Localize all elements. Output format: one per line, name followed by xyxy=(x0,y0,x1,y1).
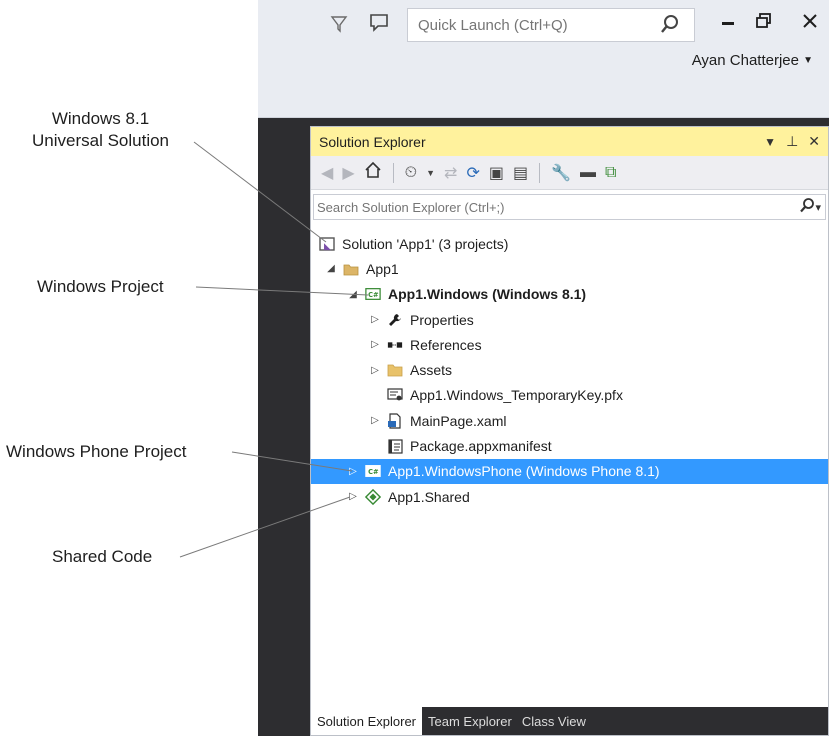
ide-window: Ayan Chatterjee ▼ Solution Explorer ▼ ⊥ … xyxy=(258,0,829,736)
home-icon[interactable] xyxy=(364,161,382,184)
show-all-files-icon[interactable]: ▤ xyxy=(513,163,528,183)
tab-class-view[interactable]: Class View xyxy=(518,707,590,735)
solution-icon: ◣ xyxy=(319,236,335,252)
user-name[interactable]: Ayan Chatterjee xyxy=(692,52,799,69)
tree-label: MainPage.xaml xyxy=(410,412,507,429)
panel-close-icon[interactable]: ✕ xyxy=(808,133,820,150)
search-icon[interactable] xyxy=(799,197,815,218)
folder-icon xyxy=(343,261,359,277)
annotation-windows-phone-project: Windows Phone Project xyxy=(6,442,187,461)
annotation-shared-code: Shared Code xyxy=(52,547,153,566)
tree-node-package-manifest[interactable]: ▷ Package.appxmanifest xyxy=(311,433,828,458)
references-icon xyxy=(387,337,403,353)
tree-label: App1.Windows_TemporaryKey.pfx xyxy=(410,387,623,404)
pin-icon[interactable]: ⊥ xyxy=(786,133,798,150)
manifest-icon xyxy=(387,438,403,454)
collapsed-arrow-icon[interactable]: ▷ xyxy=(347,466,359,477)
tree-label: App1.WindowsPhone (Windows Phone 8.1) xyxy=(388,463,660,480)
quick-launch-input[interactable] xyxy=(408,9,638,41)
sync-icon[interactable]: ⇄ xyxy=(444,163,457,183)
tree-node-app1-windows[interactable]: ◢ C# App1.Windows (Windows 8.1) xyxy=(311,282,828,307)
tree-node-mainpage[interactable]: ▷ MainPage.xaml xyxy=(311,408,828,433)
tree-label: App1 xyxy=(366,260,399,277)
toolbar-separator xyxy=(539,162,541,183)
user-dropdown-icon[interactable]: ▼ xyxy=(803,52,813,70)
solution-explorer-panel: Solution Explorer ▼ ⊥ ✕ ◀ ▶ ⏲ ▼ ⇄ ⟳ ▣ ▤ … xyxy=(310,126,829,736)
tree-label: App1.Shared xyxy=(388,488,470,505)
collapsed-arrow-icon[interactable]: ▷ xyxy=(369,339,381,350)
solution-explorer-search-input[interactable] xyxy=(317,199,800,215)
tree-label: References xyxy=(410,336,482,353)
bottom-tab-strip: Solution Explorer Team Explorer Class Vi… xyxy=(311,707,828,735)
tree-node-references[interactable]: ▷ References xyxy=(311,332,828,357)
collapse-all-icon[interactable]: ▣ xyxy=(489,163,504,183)
tree-label: Solution 'App1' (3 projects) xyxy=(342,235,509,252)
search-icon[interactable] xyxy=(660,14,680,41)
pending-changes-filter-icon[interactable]: ⏲ xyxy=(405,164,417,182)
tree-node-temporary-key[interactable]: ▷ App1.Windows_TemporaryKey.pfx xyxy=(311,383,828,408)
tree-label: Package.appxmanifest xyxy=(410,438,552,455)
solution-explorer-toolbar: ◀ ▶ ⏲ ▼ ⇄ ⟳ ▣ ▤ 🔧 ▬ ⧉ xyxy=(311,156,828,190)
feedback-icon[interactable] xyxy=(368,12,390,38)
refresh-icon[interactable]: ⟳ xyxy=(466,163,479,183)
annotation-windows-project: Windows Project xyxy=(37,277,164,296)
search-options-dropdown-icon[interactable]: ▾ xyxy=(815,201,821,214)
solution-explorer-search[interactable]: ▾ xyxy=(313,194,826,220)
solution-explorer-title-bar: Solution Explorer ▼ ⊥ ✕ xyxy=(311,127,828,156)
svg-text:C#: C# xyxy=(368,291,379,299)
solution-explorer-title: Solution Explorer xyxy=(319,133,426,150)
expanded-arrow-icon[interactable]: ◢ xyxy=(325,263,337,274)
tree-node-assets[interactable]: ▷ Assets xyxy=(311,357,828,382)
properties-wrench-icon[interactable]: 🔧 xyxy=(551,163,571,183)
minimize-icon[interactable] xyxy=(721,8,735,35)
annotation-universal-solution-line1: Windows 8.1 xyxy=(51,109,150,128)
wrench-icon xyxy=(387,312,403,328)
solution-tree: ▶ ◣ Solution 'App1' (3 projects) ◢ App1 … xyxy=(311,231,828,509)
tree-label: Assets xyxy=(410,362,453,379)
tree-label: Properties xyxy=(410,311,474,328)
collapsed-arrow-icon[interactable]: ▷ xyxy=(347,491,359,502)
folder-icon xyxy=(387,362,403,378)
csharp-project-icon: C# xyxy=(365,286,381,302)
tree-node-solution[interactable]: ▶ ◣ Solution 'App1' (3 projects) xyxy=(311,231,828,256)
tree-node-app1[interactable]: ◢ App1 xyxy=(311,256,828,281)
tree-node-app1-shared[interactable]: ▷ App1.Shared xyxy=(311,484,828,509)
tab-team-explorer[interactable]: Team Explorer xyxy=(424,707,516,735)
csharp-project-icon: C# xyxy=(365,463,381,479)
svg-text:C#: C# xyxy=(368,468,379,476)
window-position-dropdown-icon[interactable]: ▼ xyxy=(764,135,776,149)
shared-project-icon xyxy=(365,488,381,505)
back-icon[interactable]: ◀ xyxy=(321,163,333,183)
quick-launch-box[interactable] xyxy=(407,8,695,42)
toolbar-separator xyxy=(392,162,394,183)
certificate-icon xyxy=(387,387,403,403)
class-diagram-icon[interactable]: ⧉ xyxy=(605,164,616,182)
restore-icon[interactable] xyxy=(755,12,773,35)
xaml-file-icon xyxy=(387,413,403,429)
collapsed-arrow-icon[interactable]: ▷ xyxy=(369,314,381,325)
filter-icon[interactable] xyxy=(330,14,348,38)
annotation-universal-solution: Windows 8.1 Universal Solution xyxy=(32,108,169,152)
expanded-arrow-icon[interactable]: ◢ xyxy=(347,289,359,300)
tree-node-app1-windowsphone[interactable]: ▷ C# App1.WindowsPhone (Windows Phone 8.… xyxy=(311,458,828,484)
close-icon[interactable] xyxy=(802,13,818,34)
title-bar: Ayan Chatterjee ▼ xyxy=(258,0,829,118)
tree-node-properties[interactable]: ▷ Properties xyxy=(311,307,828,332)
annotation-universal-solution-line2: Universal Solution xyxy=(32,131,170,150)
filter-dropdown-icon[interactable]: ▼ xyxy=(426,168,435,178)
collapsed-arrow-icon[interactable]: ▷ xyxy=(369,415,381,426)
tree-label: App1.Windows (Windows 8.1) xyxy=(388,286,587,303)
forward-icon[interactable]: ▶ xyxy=(342,163,354,183)
preview-selected-icon[interactable]: ▬ xyxy=(580,164,596,182)
tab-solution-explorer[interactable]: Solution Explorer xyxy=(311,707,422,735)
svg-text:◣: ◣ xyxy=(324,242,331,252)
collapsed-arrow-icon[interactable]: ▷ xyxy=(369,365,381,376)
